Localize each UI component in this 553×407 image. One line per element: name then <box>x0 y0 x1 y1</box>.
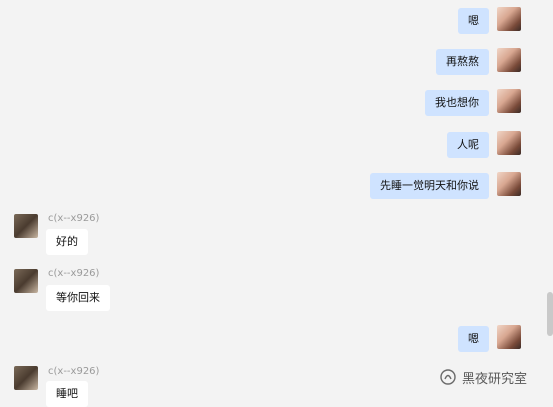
message-bubble[interactable]: 好的 <box>46 229 88 255</box>
message-bubble[interactable]: 再熬熬 <box>436 49 489 75</box>
avatar[interactable] <box>497 7 521 31</box>
chat-message-list[interactable]: 嗯 再熬熬 我也想你 人呢 先睡一觉明天和你说 c(x--x926) 好的 c(… <box>0 0 553 407</box>
sender-name: c(x--x926) <box>48 268 100 279</box>
avatar[interactable] <box>497 325 521 349</box>
message-bubble[interactable]: 嗯 <box>458 8 489 34</box>
message-bubble[interactable]: 我也想你 <box>425 90 489 116</box>
watermark: 黑夜研究室 <box>440 366 527 388</box>
message-bubble[interactable]: 人呢 <box>447 132 489 158</box>
avatar[interactable] <box>497 131 521 155</box>
message-bubble[interactable]: 睡吧 <box>46 381 88 407</box>
sender-name: c(x--x926) <box>48 213 100 224</box>
watermark-text: 黑夜研究室 <box>462 371 528 387</box>
avatar[interactable] <box>14 214 38 238</box>
message-bubble[interactable]: 先睡一觉明天和你说 <box>370 173 489 199</box>
avatar[interactable] <box>497 172 521 196</box>
avatar[interactable] <box>497 48 521 72</box>
sender-name: c(x--x926) <box>48 366 100 377</box>
avatar[interactable] <box>14 366 38 390</box>
scrollbar[interactable] <box>547 292 553 336</box>
avatar[interactable] <box>497 89 521 113</box>
message-bubble[interactable]: 等你回来 <box>46 285 110 311</box>
wechat-official-account-icon <box>440 369 456 385</box>
message-bubble[interactable]: 嗯 <box>458 326 489 352</box>
avatar[interactable] <box>14 269 38 293</box>
